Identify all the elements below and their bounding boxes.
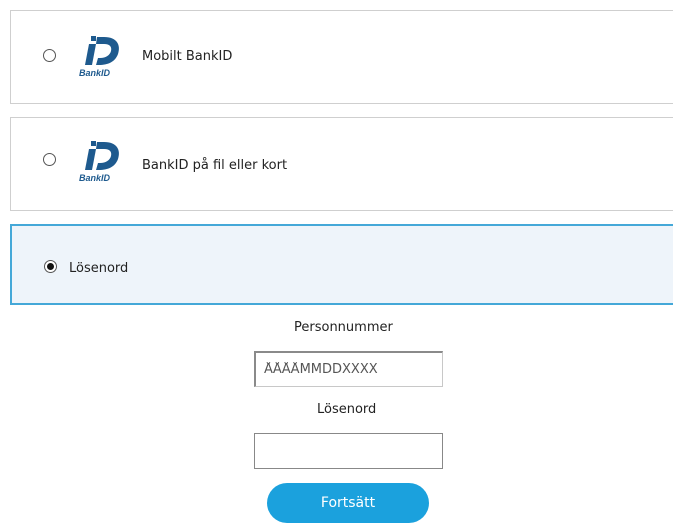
login-option-password[interactable]: Lösenord — [10, 224, 673, 305]
login-option-mobile-bankid[interactable]: BankID Mobilt BankID — [10, 10, 673, 104]
radio-bankid-file-card[interactable] — [43, 153, 56, 166]
login-option-label: Lösenord — [69, 261, 129, 276]
login-option-bankid-file-card[interactable]: BankID BankID på fil eller kort — [10, 117, 673, 211]
radio-password[interactable] — [44, 260, 57, 273]
bankid-logo-icon: BankID — [79, 36, 119, 78]
personal-number-input[interactable] — [254, 351, 443, 387]
personal-number-label: Personnummer — [294, 320, 393, 335]
password-input[interactable] — [254, 433, 443, 469]
bankid-logo-icon: BankID — [79, 141, 119, 183]
bankid-logo-text: BankID — [79, 68, 111, 78]
radio-selected-dot — [47, 263, 54, 270]
login-option-label: Mobilt BankID — [142, 49, 233, 64]
continue-button[interactable]: Fortsätt — [267, 483, 429, 523]
radio-mobile-bankid[interactable] — [43, 49, 56, 62]
login-option-label: BankID på fil eller kort — [142, 158, 288, 173]
bankid-logo-text: BankID — [79, 173, 111, 183]
password-label: Lösenord — [317, 402, 377, 417]
